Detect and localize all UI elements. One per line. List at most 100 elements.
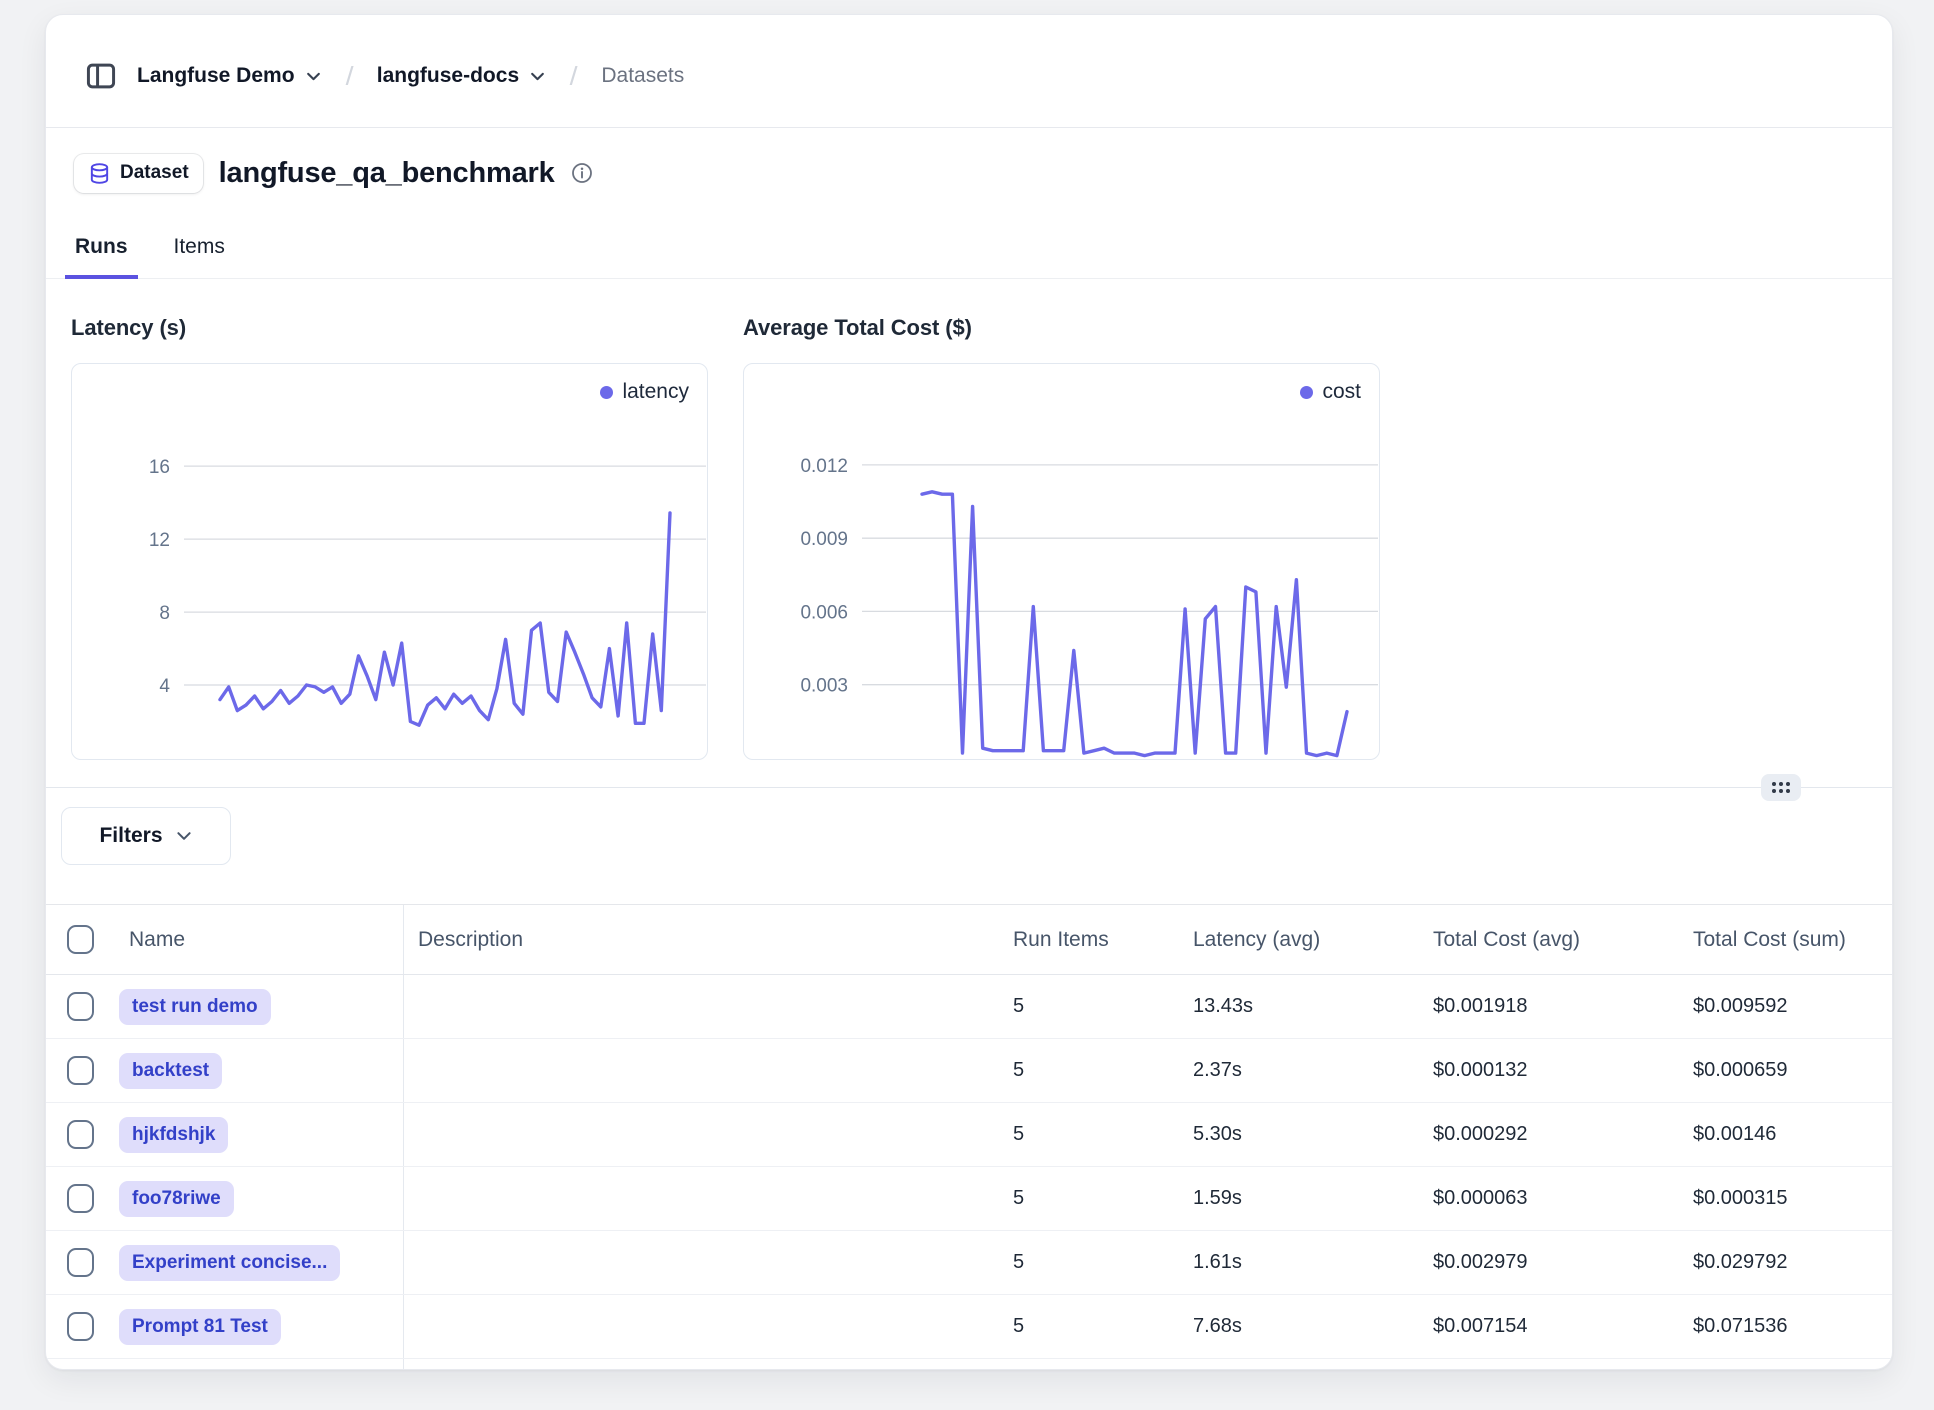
table-row[interactable]: Experiment concise...51.61s$0.002979$0.0… — [46, 1231, 1892, 1295]
header-cell-checkbox — [46, 905, 112, 974]
row-cell-total-cost-sum: $0.009592 — [1679, 975, 1892, 1038]
run-name-badge[interactable]: backtest — [119, 1053, 222, 1089]
cost-chart: 0.0030.0060.0090.012 cost — [743, 363, 1380, 760]
row-cell-description — [404, 975, 999, 1038]
row-checkbox[interactable] — [67, 992, 94, 1021]
row-cell-total-cost-sum: $0.000659 — [1679, 1039, 1892, 1102]
info-icon[interactable] — [571, 162, 593, 184]
table-body: test run demo513.43s$0.001918$0.009592ba… — [46, 975, 1892, 1369]
row-cell-checkbox — [46, 1359, 112, 1369]
legend-dot-icon — [1300, 386, 1313, 399]
row-checkbox[interactable] — [67, 1056, 94, 1085]
row-cell-description — [404, 1103, 999, 1166]
row-cell-total-cost-sum: $0.000315 — [1679, 1167, 1892, 1230]
legend-label: latency — [622, 380, 689, 404]
row-cell-name: Experiment concise... — [112, 1231, 404, 1294]
latency-chart-legend: latency — [600, 380, 689, 404]
run-name-badge[interactable]: foo78riwe — [119, 1181, 234, 1217]
table-row[interactable]: foo78riwe 51.59s$0.000063$0.000315 — [46, 1167, 1892, 1231]
filters-button-label: Filters — [99, 824, 162, 848]
row-checkbox[interactable] — [67, 1184, 94, 1213]
top-navigation-bar: Langfuse Demo / langfuse-docs / Datasets — [46, 15, 1892, 128]
row-cell-run-items: 5 — [999, 1295, 1179, 1358]
legend-label: cost — [1322, 380, 1361, 404]
section-divider — [46, 787, 1892, 788]
row-cell-total-cost-avg: $0.000132 — [1419, 1039, 1679, 1102]
chevron-down-icon — [175, 827, 193, 845]
row-cell-total-cost-sum: $0.029792 — [1679, 1231, 1892, 1294]
header-cell-total-cost-sum: Total Cost (sum) — [1679, 905, 1892, 974]
table-row[interactable]: test run demo513.43s$0.001918$0.009592 — [46, 975, 1892, 1039]
row-cell-description — [404, 1039, 999, 1102]
chevron-down-icon — [305, 68, 322, 85]
header-cell-run-items: Run Items — [999, 905, 1179, 974]
app-window: Langfuse Demo / langfuse-docs / Datasets — [45, 14, 1893, 1370]
breadcrumb-org[interactable]: Langfuse Demo — [137, 64, 322, 88]
breadcrumb-project-label: langfuse-docs — [377, 64, 519, 88]
row-cell-checkbox — [46, 1039, 112, 1102]
tab-items[interactable]: Items — [164, 235, 235, 279]
breadcrumb-project[interactable]: langfuse-docs — [377, 64, 546, 88]
cost-chart-plot: 0.0030.0060.0090.012 — [744, 364, 1379, 758]
row-cell-name: backtest — [112, 1039, 404, 1102]
row-cell-description — [404, 1167, 999, 1230]
row-cell-run-items: 5 — [999, 975, 1179, 1038]
page-background: Langfuse Demo / langfuse-docs / Datasets — [0, 0, 1934, 1410]
table-row[interactable]: backtest52.37s$0.000132$0.000659 — [46, 1039, 1892, 1103]
table-header-row: Name Description Run Items Latency (avg)… — [46, 905, 1892, 975]
database-icon — [88, 162, 111, 185]
row-cell — [1179, 1359, 1419, 1369]
grip-dots-icon — [1772, 782, 1790, 793]
svg-text:0.009: 0.009 — [800, 529, 848, 550]
breadcrumb-org-label: Langfuse Demo — [137, 64, 295, 88]
header-cell-latency-avg: Latency (avg) — [1179, 905, 1419, 974]
row-cell-total-cost-avg: $0.002979 — [1419, 1231, 1679, 1294]
row-cell — [1419, 1359, 1679, 1369]
table-row[interactable]: Prompt 81 Test57.68s$0.007154$0.071536 — [46, 1295, 1892, 1359]
row-checkbox[interactable] — [67, 1248, 94, 1277]
chevron-down-icon — [529, 68, 546, 85]
row-cell-description — [404, 1231, 999, 1294]
row-cell-total-cost-avg: $0.000063 — [1419, 1167, 1679, 1230]
row-cell-run-items: 5 — [999, 1167, 1179, 1230]
row-cell-latency-avg: 13.43s — [1179, 975, 1419, 1038]
row-cell — [1679, 1359, 1892, 1369]
header-cell-name: Name — [112, 905, 404, 974]
header-cell-description: Description — [404, 905, 999, 974]
row-cell-name — [112, 1359, 404, 1369]
select-all-checkbox[interactable] — [67, 925, 94, 954]
row-cell-latency-avg: 7.68s — [1179, 1295, 1419, 1358]
dataset-header: Dataset langfuse_qa_benchmark — [74, 149, 593, 197]
row-cell-latency-avg: 1.59s — [1179, 1167, 1419, 1230]
row-cell-latency-avg: 5.30s — [1179, 1103, 1419, 1166]
row-cell-name: test run demo — [112, 975, 404, 1038]
filters-button[interactable]: Filters — [61, 807, 231, 865]
svg-text:4: 4 — [159, 676, 170, 697]
table-row-partial[interactable] — [46, 1359, 1892, 1369]
breadcrumb-separator: / — [570, 61, 578, 92]
tab-bar: Runs Items — [46, 211, 1892, 279]
cost-chart-legend: cost — [1300, 380, 1361, 404]
row-cell-checkbox — [46, 1167, 112, 1230]
runs-table: Name Description Run Items Latency (avg)… — [46, 904, 1892, 1369]
row-checkbox[interactable] — [67, 1312, 94, 1341]
svg-text:0.003: 0.003 — [800, 676, 848, 697]
row-cell-name: Prompt 81 Test — [112, 1295, 404, 1358]
resize-drag-handle[interactable] — [1761, 774, 1801, 801]
tab-runs[interactable]: Runs — [65, 235, 138, 279]
row-checkbox[interactable] — [67, 1120, 94, 1149]
sidebar-toggle-button[interactable] — [79, 54, 123, 98]
header-cell-total-cost-avg: Total Cost (avg) — [1419, 905, 1679, 974]
row-cell-total-cost-avg: $0.000292 — [1419, 1103, 1679, 1166]
svg-text:0.006: 0.006 — [800, 602, 848, 623]
row-cell-run-items: 5 — [999, 1039, 1179, 1102]
legend-dot-icon — [600, 386, 613, 399]
row-cell-latency-avg: 1.61s — [1179, 1231, 1419, 1294]
run-name-badge[interactable]: Prompt 81 Test — [119, 1309, 281, 1345]
run-name-badge[interactable]: hjkfdshjk — [119, 1117, 228, 1153]
table-row[interactable]: hjkfdshjk55.30s$0.000292$0.00146 — [46, 1103, 1892, 1167]
breadcrumb-section[interactable]: Datasets — [601, 64, 684, 88]
svg-text:8: 8 — [159, 603, 170, 624]
run-name-badge[interactable]: Experiment concise... — [119, 1245, 340, 1281]
run-name-badge[interactable]: test run demo — [119, 989, 271, 1025]
